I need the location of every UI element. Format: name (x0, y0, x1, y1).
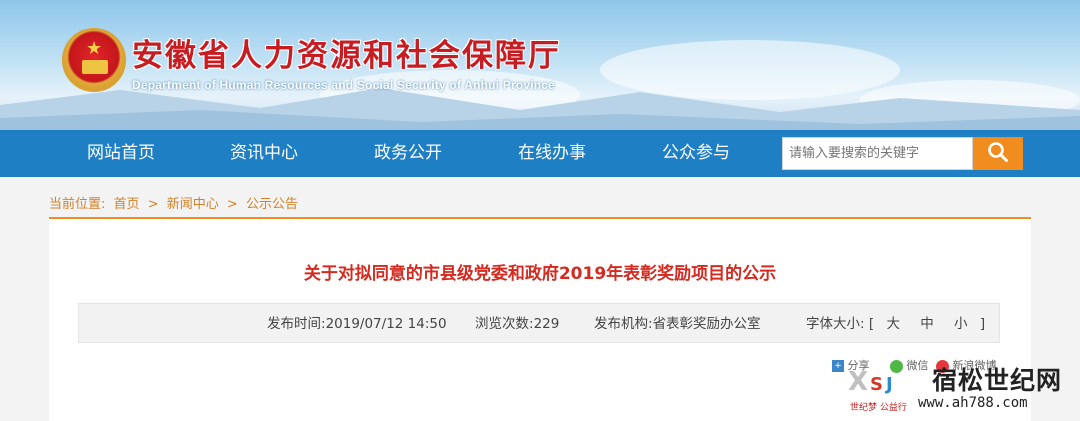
font-size-small-button[interactable]: 小 (954, 316, 968, 332)
nav-item-online-service[interactable]: 在线办事 (518, 130, 586, 177)
watermark-site-name: 宿松世纪网 (932, 366, 1063, 395)
breadcrumb-item-home[interactable]: 首页 (114, 197, 140, 212)
search-icon (988, 142, 1008, 162)
breadcrumb-prefix: 当前位置: (49, 197, 106, 212)
view-count-value: 229 (533, 316, 560, 332)
publish-time-label: 发布时间: (267, 316, 326, 332)
nav-item-home[interactable]: 网站首页 (87, 130, 155, 177)
publisher-label: 发布机构: (594, 316, 653, 332)
publish-time: 发布时间:2019/07/12 14:50 (267, 304, 447, 344)
svg-text:X: X (848, 367, 868, 397)
breadcrumb-item-news[interactable]: 新闻中心 (167, 197, 219, 212)
article-title: 关于对拟同意的市县级党委和政府2019年表彰奖励项目的公示 (303, 264, 777, 284)
article-meta-bar: 发布时间:2019/07/12 14:50 浏览次数:229 发布机构:省表彰奖… (78, 303, 1000, 343)
font-size-large-button[interactable]: 大 (886, 316, 900, 332)
publish-time-value: 2019/07/12 14:50 (325, 316, 447, 332)
nav-item-news[interactable]: 资讯中心 (230, 130, 298, 177)
view-count: 浏览次数:229 (475, 304, 559, 344)
header-banner: ★ 安徽省人力资源和社会保障厅 Department of Human Reso… (0, 0, 1080, 130)
breadcrumb-separator: > (147, 197, 159, 212)
search-input[interactable] (782, 137, 973, 170)
font-size-label: 字体大小: (806, 316, 865, 332)
search-button[interactable] (973, 137, 1023, 170)
publisher-value: 省表彰奖励办公室 (652, 316, 761, 332)
svg-text:S: S (870, 374, 883, 395)
share-icon: + (832, 360, 844, 372)
watermark-slogan: 世纪梦 公益行 (850, 403, 907, 413)
breadcrumb-separator: > (226, 197, 238, 212)
view-count-label: 浏览次数: (475, 316, 534, 332)
site-subtitle: Department of Human Resources and Social… (132, 78, 556, 92)
font-size-controls: 字体大小: [ 大 中 小 ] (806, 304, 985, 344)
nav-item-public-participation[interactable]: 公众参与 (662, 130, 730, 177)
site-title: 安徽省人力资源和社会保障厅 (132, 38, 561, 74)
nav-item-government[interactable]: 政务公开 (374, 130, 442, 177)
watermark-url: www.ah788.com (918, 395, 1028, 411)
national-emblem-icon: ★ (62, 28, 126, 92)
font-size-medium-button[interactable]: 中 (920, 316, 934, 332)
publisher: 发布机构:省表彰奖励办公室 (594, 304, 761, 344)
font-size-bracket-close: ] (979, 316, 986, 332)
breadcrumb: 当前位置: 首页 > 新闻中心 > 公示公告 (49, 193, 302, 212)
svg-text:J: J (884, 374, 893, 395)
breadcrumb-item-announcements[interactable]: 公示公告 (246, 197, 298, 212)
font-size-bracket-open: [ (868, 316, 875, 332)
